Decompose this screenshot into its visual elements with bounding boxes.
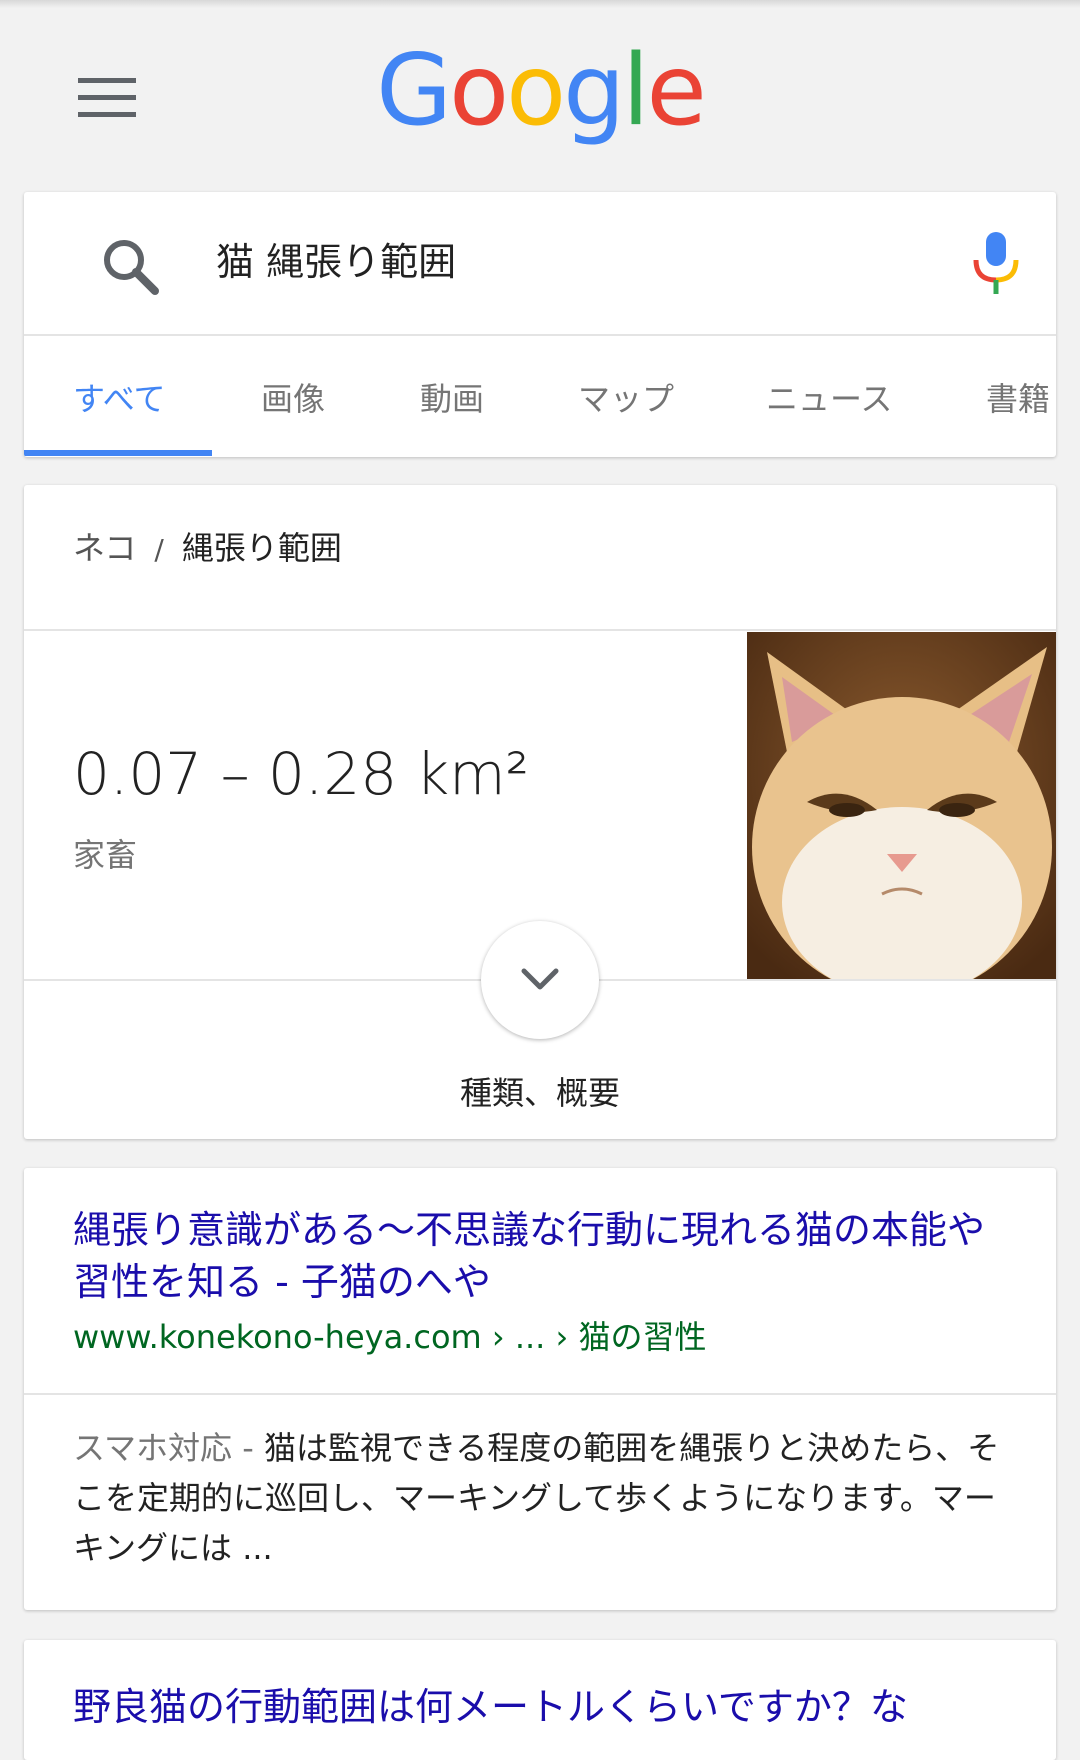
mobile-friendly-tag: スマホ対応 -	[73, 1429, 264, 1467]
search-icon[interactable]	[100, 236, 160, 296]
tab-videos[interactable]: 動画	[420, 374, 484, 420]
google-logo[interactable]: Google	[0, 42, 1080, 140]
microphone-icon[interactable]	[966, 232, 1026, 302]
result-snippet: スマホ対応 - 猫は監視できる程度の範囲を縄張りと決めたら、そこを定期的に巡回し…	[73, 1423, 1023, 1573]
expand-label[interactable]: 種類、概要	[24, 1068, 1056, 1114]
result-url[interactable]: www.konekono-heya.com › ... › 猫の習性	[73, 1312, 707, 1358]
search-tabs: すべて 画像 動画 マップ ニュース 書籍	[24, 336, 1056, 457]
search-card: 猫 縄張り範囲 すべて 画像 動画 マップ ニュース 書籍	[24, 192, 1056, 457]
tab-images[interactable]: 画像	[261, 374, 325, 420]
chevron-down-icon	[521, 968, 559, 990]
breadcrumb-item-cat[interactable]: ネコ	[73, 529, 136, 567]
knowledge-panel: ネコ / 縄張り範囲 0.07 – 0.28 km² 家畜 種類、概要	[24, 485, 1056, 1139]
search-bar: 猫 縄張り範囲	[24, 192, 1056, 336]
divider	[24, 1393, 1056, 1395]
breadcrumb-item-territory: 縄張り範囲	[181, 529, 342, 567]
divider	[24, 629, 1056, 631]
search-result: 野良猫の行動範囲は何メートルくらいですか？な	[24, 1640, 1056, 1760]
tab-maps[interactable]: マップ	[578, 374, 674, 420]
active-tab-indicator	[24, 450, 212, 456]
result-title-link[interactable]: 縄張り意識がある～不思議な行動に現れる猫の本能や習性を知る - 子猫のへや	[73, 1204, 1003, 1308]
tab-books[interactable]: 書籍	[986, 374, 1050, 420]
search-result: 縄張り意識がある～不思議な行動に現れる猫の本能や習性を知る - 子猫のへや ww…	[24, 1168, 1056, 1610]
tab-news[interactable]: ニュース	[766, 374, 892, 420]
answer-sublabel: 家畜	[73, 836, 138, 874]
breadcrumb: ネコ / 縄張り範囲	[73, 523, 342, 569]
answer-value: 0.07 – 0.28 km²	[73, 740, 529, 808]
expand-button[interactable]	[481, 921, 599, 1039]
search-input[interactable]: 猫 縄張り範囲	[216, 232, 456, 293]
breadcrumb-separator: /	[154, 533, 164, 566]
cat-photo[interactable]	[747, 632, 1056, 997]
tab-all[interactable]: すべて	[73, 374, 165, 420]
result-title-link[interactable]: 野良猫の行動範囲は何メートルくらいですか？な	[73, 1676, 908, 1731]
header: Google	[0, 0, 1080, 190]
